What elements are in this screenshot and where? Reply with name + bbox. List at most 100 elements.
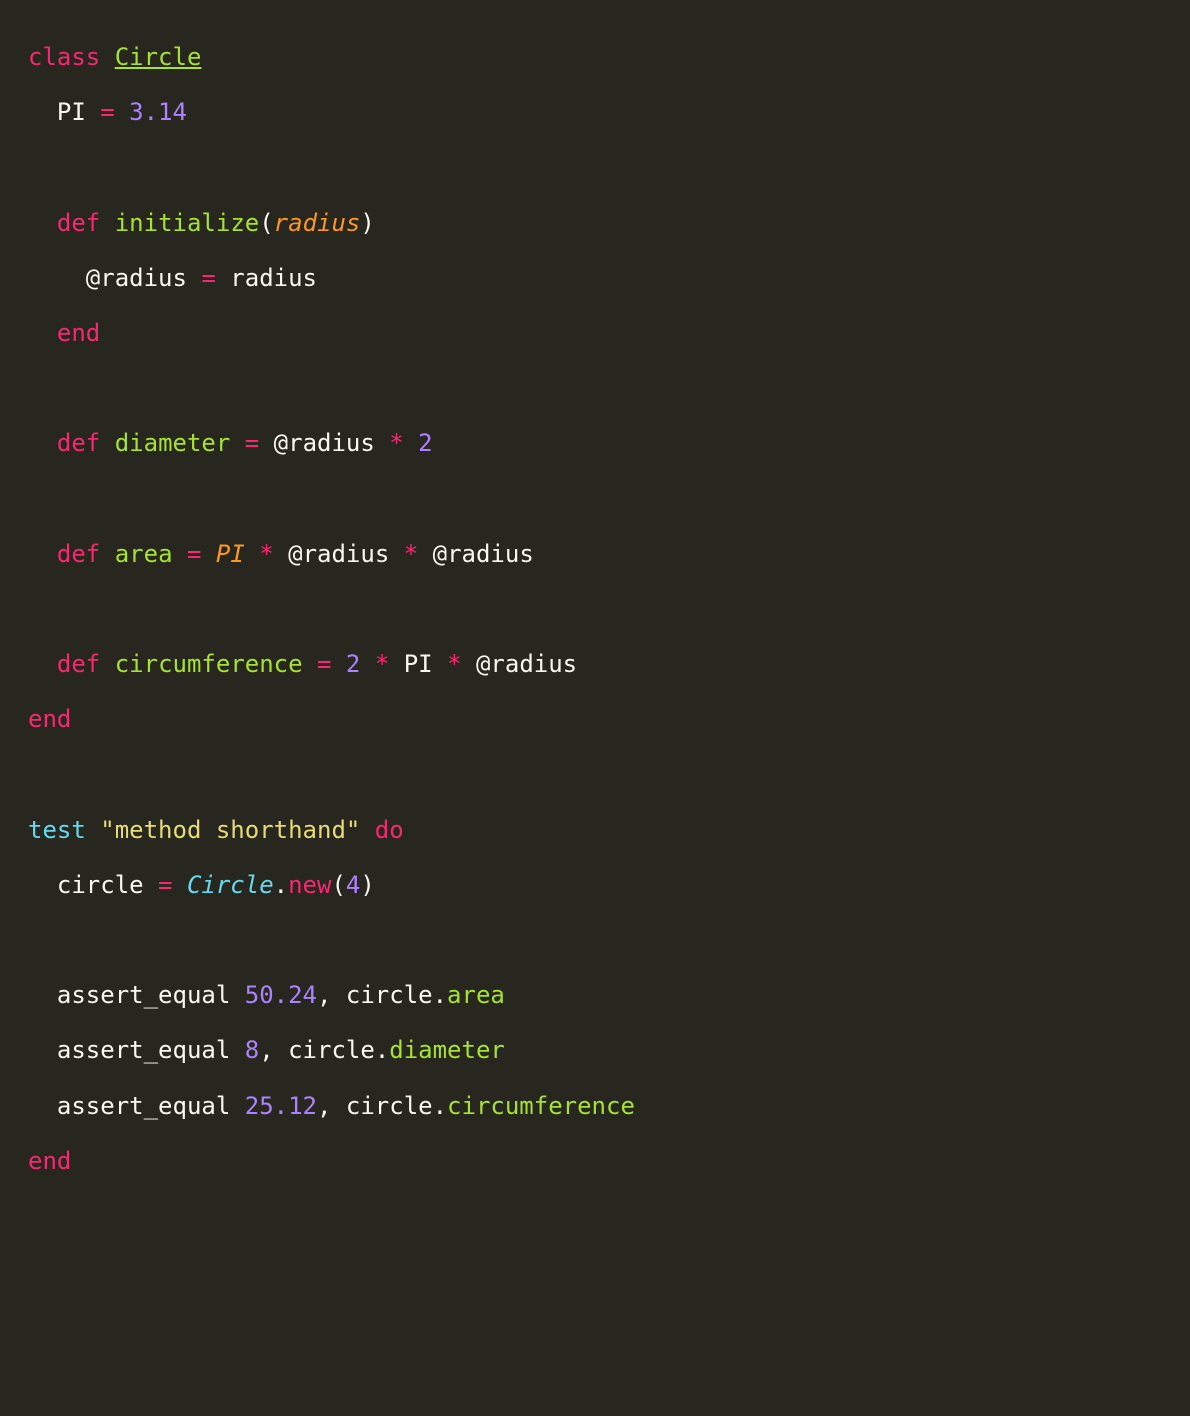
code-token: 3.14 xyxy=(129,98,187,126)
code-block: class Circle PI = 3.14 def initialize(ra… xyxy=(0,0,1190,1416)
code-token: def xyxy=(57,650,100,678)
code-token: end xyxy=(28,705,71,733)
code-line: end xyxy=(28,1147,71,1175)
ruby-source: class Circle PI = 3.14 def initialize(ra… xyxy=(28,43,635,1175)
code-line: circle = Circle.new(4) xyxy=(28,871,375,899)
code-line: def initialize(radius) xyxy=(28,209,375,237)
code-token: initialize xyxy=(115,209,260,237)
code-token: def xyxy=(57,540,100,568)
code-token: @radius xyxy=(418,540,534,568)
code-token: , circle. xyxy=(259,1036,389,1064)
code-token: assert_equal xyxy=(28,1092,245,1120)
code-token: area xyxy=(447,981,505,1009)
code-token xyxy=(86,816,100,844)
code-token xyxy=(115,98,129,126)
code-token: def xyxy=(57,209,100,237)
code-token xyxy=(303,650,317,678)
code-token xyxy=(173,871,187,899)
code-line: @radius = radius xyxy=(28,264,317,292)
code-token xyxy=(100,429,114,457)
code-token: def xyxy=(57,429,100,457)
code-token xyxy=(100,540,114,568)
code-line: assert_equal 8, circle.diameter xyxy=(28,1036,505,1064)
code-token: = xyxy=(317,650,331,678)
code-line: assert_equal 25.12, circle.circumference xyxy=(28,1092,635,1120)
code-token: * xyxy=(389,429,403,457)
code-token xyxy=(173,540,187,568)
code-token: assert_equal xyxy=(28,981,245,1009)
code-line: end xyxy=(28,319,100,347)
code-line: end xyxy=(28,705,71,733)
code-token: ) xyxy=(360,871,374,899)
code-token xyxy=(404,429,418,457)
code-line: def circumference = 2 * PI * @radius xyxy=(28,650,577,678)
code-token: 50.24 xyxy=(245,981,317,1009)
code-token: end xyxy=(28,1147,71,1175)
code-token xyxy=(100,650,114,678)
code-line: def diameter = @radius * 2 xyxy=(28,429,433,457)
code-token: , circle. xyxy=(317,1092,447,1120)
code-token: * xyxy=(447,650,461,678)
code-token: Circle xyxy=(115,43,202,71)
code-token: 8 xyxy=(245,1036,259,1064)
code-token: ( xyxy=(331,871,345,899)
code-token xyxy=(331,650,345,678)
code-token: circumference xyxy=(115,650,303,678)
code-token: ) xyxy=(360,209,374,237)
code-token: do xyxy=(375,816,404,844)
code-token: class xyxy=(28,43,100,71)
code-token: 2 xyxy=(418,429,432,457)
code-token: circle xyxy=(28,871,158,899)
code-token: = xyxy=(100,98,114,126)
code-token: * xyxy=(259,540,273,568)
code-token xyxy=(245,540,259,568)
code-token: . xyxy=(274,871,288,899)
code-token: = xyxy=(245,429,259,457)
code-token xyxy=(100,209,114,237)
code-token: 4 xyxy=(346,871,360,899)
code-line: PI = 3.14 xyxy=(28,98,187,126)
code-token: 2 xyxy=(346,650,360,678)
code-line: def area = PI * @radius * @radius xyxy=(28,540,534,568)
code-token: PI xyxy=(28,98,100,126)
code-token xyxy=(360,650,374,678)
code-token: @radius xyxy=(462,650,578,678)
code-token: diameter xyxy=(389,1036,505,1064)
code-token: diameter xyxy=(115,429,231,457)
code-token: circumference xyxy=(447,1092,635,1120)
code-token: = xyxy=(158,871,172,899)
code-token: ( xyxy=(259,209,273,237)
code-token: @radius xyxy=(274,540,404,568)
code-token xyxy=(28,650,57,678)
code-token: radius xyxy=(274,209,361,237)
code-token: 25.12 xyxy=(245,1092,317,1120)
code-token: , circle. xyxy=(317,981,447,1009)
code-token: = xyxy=(201,264,215,292)
code-token xyxy=(28,209,57,237)
code-token: test xyxy=(28,816,86,844)
code-token: PI xyxy=(389,650,447,678)
code-token: radius xyxy=(216,264,317,292)
code-token xyxy=(230,429,244,457)
code-token: * xyxy=(404,540,418,568)
code-token: new xyxy=(288,871,331,899)
code-token: PI xyxy=(216,540,245,568)
code-line: class Circle xyxy=(28,43,201,71)
code-token xyxy=(28,429,57,457)
code-token xyxy=(28,540,57,568)
code-token: area xyxy=(115,540,173,568)
code-token: = xyxy=(187,540,201,568)
code-token xyxy=(201,540,215,568)
code-token: * xyxy=(375,650,389,678)
code-token: end xyxy=(57,319,100,347)
code-token: @radius xyxy=(28,264,201,292)
code-line: assert_equal 50.24, circle.area xyxy=(28,981,505,1009)
code-token xyxy=(360,816,374,844)
code-token: @radius xyxy=(259,429,389,457)
code-token: Circle xyxy=(187,871,274,899)
code-token: assert_equal xyxy=(28,1036,245,1064)
code-line: test "method shorthand" do xyxy=(28,816,404,844)
code-token: "method shorthand" xyxy=(100,816,360,844)
code-token xyxy=(28,319,57,347)
code-token xyxy=(100,43,114,71)
